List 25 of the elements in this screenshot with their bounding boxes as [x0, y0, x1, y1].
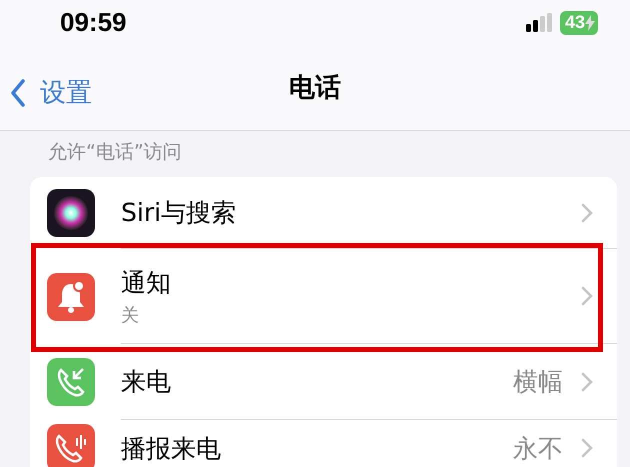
incoming-call-icon: [47, 358, 95, 406]
siri-icon: [47, 189, 95, 237]
chevron-icon: [581, 372, 593, 392]
chevron-icon: [581, 438, 593, 458]
settings-row[interactable]: 播报来电 永不: [30, 420, 617, 467]
row-label: 通知: [121, 266, 172, 298]
status-time: 09:59: [60, 7, 126, 38]
row-subtitle: 关: [121, 304, 140, 326]
row-value: 横幅: [513, 366, 563, 398]
signal-icon: [526, 12, 552, 32]
settings-row[interactable]: 来电 横幅: [30, 344, 617, 420]
back-button[interactable]: 设置: [10, 75, 92, 110]
row-label: 来电: [121, 366, 172, 398]
settings-row[interactable]: Siri与搜索: [30, 177, 617, 249]
bell-icon: [47, 272, 95, 320]
settings-row[interactable]: 通知 关: [30, 249, 617, 344]
battery-indicator: 43: [560, 10, 598, 34]
nav-title: 电话: [289, 72, 341, 105]
row-value: 永不: [513, 432, 563, 464]
section-header: 允许“电话”访问: [47, 140, 183, 165]
row-label: 播报来电: [121, 432, 222, 464]
chevron-icon: [581, 202, 593, 222]
chevron-icon: [581, 286, 593, 306]
row-label: Siri与搜索: [121, 197, 238, 229]
back-chevron-icon: [10, 78, 26, 106]
